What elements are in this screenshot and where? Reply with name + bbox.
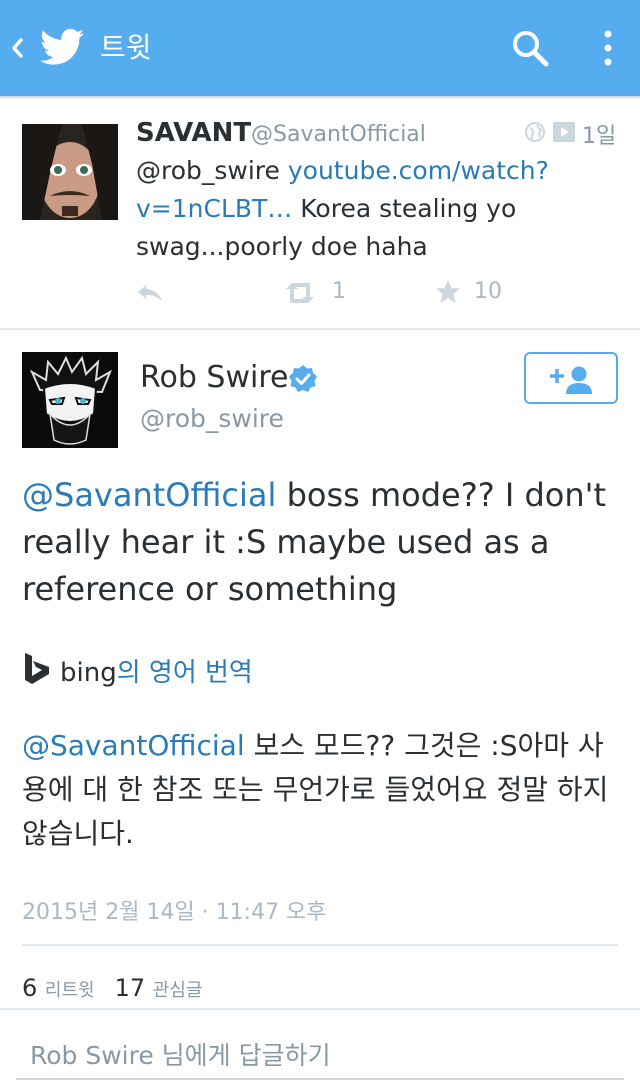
star-icon [436,280,460,303]
translate-link[interactable]: bing의 영어 번역 [22,652,322,688]
divider [22,944,618,946]
tweet-text: @rob_swire youtube.com/watch?v=1nCLBT… K… [136,152,616,266]
user-handle[interactable]: @SavantOfficial [251,122,426,147]
retweet-button[interactable]: 1 [282,276,362,310]
favorite-button[interactable]: 10 [434,276,514,310]
user-handle[interactable]: @rob_swire [140,404,284,433]
tweet-actions: 1 10 [136,276,556,310]
display-name[interactable]: SAVANT [136,118,251,148]
video-play-icon [553,122,575,142]
app-header: 트윗 [0,0,640,96]
reply-icon [138,285,162,301]
favorite-count: 10 [474,279,502,304]
tweet-text: @SavantOfficial boss mode?? I don't real… [22,472,622,613]
favorites-count: 17 [114,974,146,1002]
retweets-stat[interactable]: 6 리트윗 [22,974,95,1002]
main-tweet: Rob Swire @rob_swire @SavantOfficial bos… [0,330,640,1010]
reply-bar: Rob Swire 님에게 답글하기 [0,1008,640,1091]
bing-logo-icon [25,653,49,684]
tweet-meta: 1일 [524,120,624,150]
retweet-icon [286,283,314,303]
favorites-label: 관심글 [152,980,203,1001]
reply-input[interactable]: Rob Swire 님에게 답글하기 [16,1028,624,1080]
parent-tweet[interactable]: SAVANT @SavantOfficial 1일 @rob_swire you… [0,100,640,328]
add-user-icon [550,366,592,394]
search-icon[interactable] [510,28,550,68]
avatar[interactable] [22,352,118,448]
translated-text: @SavantOfficial 보스 모드?? 그것은 :S아마 사용에 대 한… [22,724,622,856]
twitter-bird-icon[interactable] [40,27,84,67]
tweet-stats: 6 리트윗 17 관심글 [22,974,202,1002]
page-title: 트윗 [100,31,152,64]
more-vert-icon[interactable] [592,26,624,70]
chevron-left-icon[interactable] [8,28,28,68]
display-name[interactable]: Rob Swire [140,360,288,395]
reply-button[interactable] [136,276,166,310]
avatar[interactable] [22,124,118,220]
retweet-count: 1 [332,279,346,304]
reply-placeholder: Rob Swire 님에게 답글하기 [30,1041,331,1070]
globe-icon [525,122,545,142]
translate-text[interactable]: 의 영어 번역 [117,658,253,688]
tweet-time: 1일 [582,124,617,149]
bing-brand: bing [60,658,117,688]
tweet-timestamp: 2015년 2월 14일 · 11:47 오후 [22,900,327,925]
translation-mention[interactable]: @SavantOfficial [22,729,245,762]
translate-label[interactable]: bing의 영어 번역 [60,652,253,689]
verified-badge-icon [289,365,317,392]
tweet-mention[interactable]: @SavantOfficial [22,476,276,514]
tweet-mention[interactable]: @rob_swire [136,156,280,185]
follow-button[interactable] [524,352,618,404]
retweets-count: 6 [22,974,38,1002]
favorites-stat[interactable]: 17 관심글 [115,974,203,1002]
retweets-label: 리트윗 [44,980,95,1001]
